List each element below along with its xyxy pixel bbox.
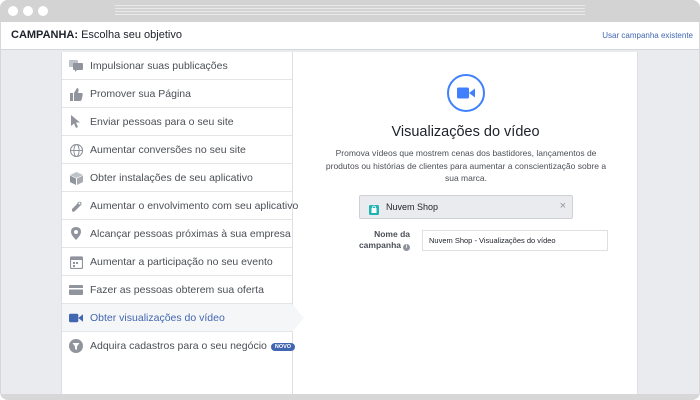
chat-bubbles-icon (69, 59, 83, 73)
objective-label: Impulsionar suas publicações (90, 60, 228, 72)
objective-label: Aumentar o envolvimento com seu aplicati… (90, 200, 299, 212)
browser-title-bar (0, 0, 700, 22)
gamepad-icon (69, 199, 83, 213)
calendar-icon (69, 255, 83, 269)
page-viewport: CAMPANHA: Escolha seu objetivo Usar camp… (1, 22, 699, 398)
thumbs-up-icon (69, 87, 83, 101)
objective-panel: Impulsionar suas publicações Promover su… (61, 52, 638, 398)
objective-label: Alcançar pessoas próximas à sua empresa (90, 228, 291, 240)
objective-label: Promover sua Página (90, 88, 191, 100)
objective-item-offer-claims[interactable]: Fazer as pessoas obterem sua oferta (62, 276, 292, 304)
objective-item-local-awareness[interactable]: Alcançar pessoas próximas à sua empresa (62, 220, 292, 248)
objective-item-boost-posts[interactable]: Impulsionar suas publicações (62, 52, 292, 80)
page-title: CAMPANHA: Escolha seu objetivo (11, 29, 182, 41)
objective-item-video-views[interactable]: Obter visualizações do vídeo (62, 304, 304, 332)
objective-item-website-conversions[interactable]: Aumentar conversões no seu site (62, 136, 292, 164)
window-dot-icon[interactable] (8, 6, 18, 16)
use-existing-campaign-link[interactable]: Usar campanha existente (602, 31, 693, 40)
campaign-name-label: Nome da campanha i (355, 229, 410, 251)
detail-description: Promova vídeos que mostrem cenas dos bas… (325, 148, 607, 183)
campaign-header: CAMPANHA: Escolha seu objetivo Usar camp… (1, 22, 699, 50)
objective-label: Aumentar a participação no seu evento (90, 256, 273, 268)
objective-item-lead-generation[interactable]: Adquira cadastros para o seu negócio NOVO (62, 332, 296, 360)
campaign-name-label-line2: campanha (358, 240, 401, 250)
title-bar-grip (115, 5, 585, 17)
objective-label: Fazer as pessoas obterem sua oferta (90, 284, 264, 296)
objective-list: Impulsionar suas publicações Promover su… (62, 52, 304, 398)
objective-label: Aumentar conversões no seu site (90, 144, 246, 156)
objective-label: Enviar pessoas para o seu site (90, 116, 234, 128)
campaign-name-label-line1: Nome da (374, 229, 410, 239)
info-icon[interactable]: i (403, 244, 410, 251)
box-icon (69, 171, 83, 185)
page-name: Nuvem Shop (386, 202, 439, 212)
bottom-border (1, 394, 699, 398)
window-dot-icon[interactable] (23, 6, 33, 16)
video-camera-icon (69, 311, 83, 325)
video-camera-icon (447, 74, 485, 112)
facebook-page-selector[interactable]: Nuvem Shop × (359, 195, 573, 219)
window-dot-icon[interactable] (38, 6, 48, 16)
objective-item-app-installs[interactable]: Obter instalações de seu aplicativo (62, 164, 292, 192)
funnel-icon (69, 339, 83, 353)
objective-label: Obter instalações de seu aplicativo (90, 172, 253, 184)
objective-item-website-traffic[interactable]: Enviar pessoas para o seu site (62, 108, 292, 136)
objective-label: Adquira cadastros para o seu negócio NOVO (90, 340, 296, 352)
objective-item-promote-page[interactable]: Promover sua Página (62, 80, 292, 108)
objective-item-event-responses[interactable]: Aumentar a participação no seu evento (62, 248, 292, 276)
offer-icon (69, 283, 83, 297)
cursor-icon (69, 115, 83, 129)
close-icon[interactable]: × (560, 200, 566, 212)
objective-item-app-engagement[interactable]: Aumentar o envolvimento com seu aplicati… (62, 192, 298, 220)
map-pin-icon (69, 227, 83, 241)
objective-detail: Visualizações do vídeo Promova vídeos qu… (293, 52, 638, 398)
campaign-subtitle: Escolha seu objetivo (81, 29, 182, 41)
campaign-name-input[interactable] (422, 230, 608, 251)
new-badge: NOVO (270, 343, 296, 351)
browser-window: CAMPANHA: Escolha seu objetivo Usar camp… (0, 0, 700, 400)
objective-label: Obter visualizações do vídeo (90, 312, 225, 324)
globe-icon (69, 143, 83, 157)
detail-title: Visualizações do vídeo (391, 124, 540, 140)
objective-label-text: Adquira cadastros para o seu negócio (90, 340, 267, 352)
shopping-bag-icon (369, 202, 379, 215)
campaign-label: CAMPANHA: (11, 29, 79, 41)
